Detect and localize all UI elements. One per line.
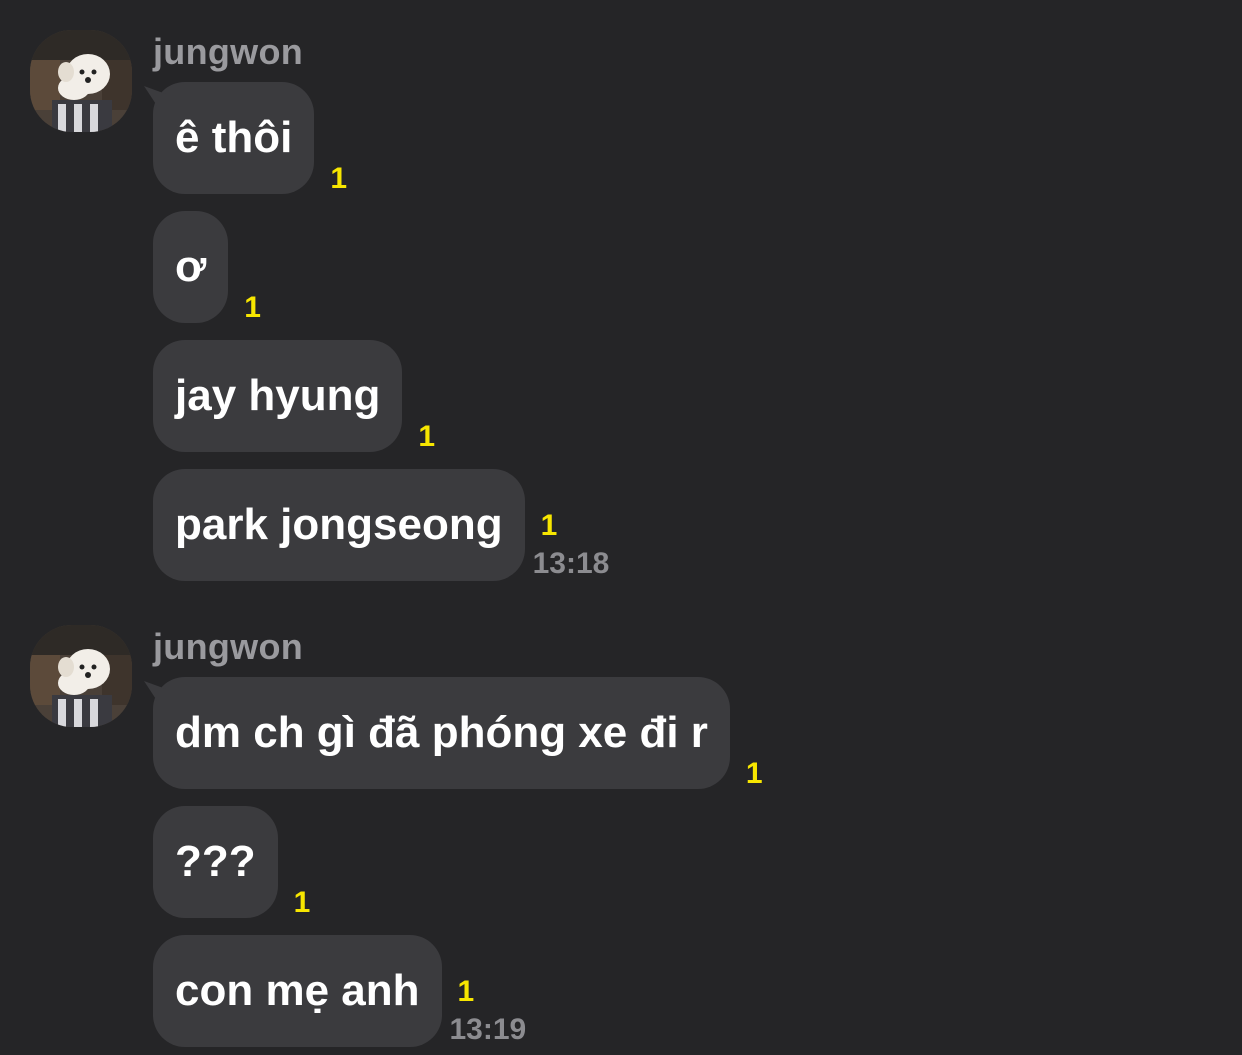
message-bubble[interactable]: dm ch gì đã phóng xe đi r [153,677,730,789]
sender-name: jungwon [153,31,304,72]
message-row: jay hyung 1 [153,340,435,452]
message-meta: 1 13:18 [533,509,610,581]
message-row: ??? 1 [153,806,310,918]
message-row: con mẹ anh 1 13:19 [153,935,526,1047]
message-row: ê thôi 1 [153,82,347,194]
message-timestamp: 13:19 [449,1013,527,1046]
message-meta: 1 [746,759,763,789]
message-meta: 1 [418,422,435,452]
message-row: park jongseong 1 13:18 [153,469,609,581]
message-bubble[interactable]: con mẹ anh [153,935,442,1047]
unread-count: 1 [330,162,348,195]
message-meta: 1 [294,888,311,918]
sender-name: jungwon [153,626,304,667]
message-bubble[interactable]: ơ [153,211,229,323]
message-bubble[interactable]: ??? [153,806,278,918]
message-meta: 1 13:19 [450,975,527,1047]
message-bubble[interactable]: park jongseong [153,469,525,581]
avatar[interactable] [30,30,132,132]
message-meta: 1 [244,293,261,323]
avatar[interactable] [30,625,132,727]
unread-count: 1 [745,757,763,790]
message-row: ơ 1 [153,211,261,323]
message-row: dm ch gì đã phóng xe đi r 1 [153,677,763,789]
unread-count: 1 [418,420,436,453]
message-timestamp: 13:18 [532,547,610,580]
message-meta: 1 [330,164,347,194]
message-bubble[interactable]: jay hyung [153,340,403,452]
unread-count: 1 [293,886,311,919]
message-bubble[interactable]: ê thôi [153,82,315,194]
unread-count: 1 [244,291,261,324]
unread-count: 1 [457,975,475,1008]
unread-count: 1 [540,509,558,542]
